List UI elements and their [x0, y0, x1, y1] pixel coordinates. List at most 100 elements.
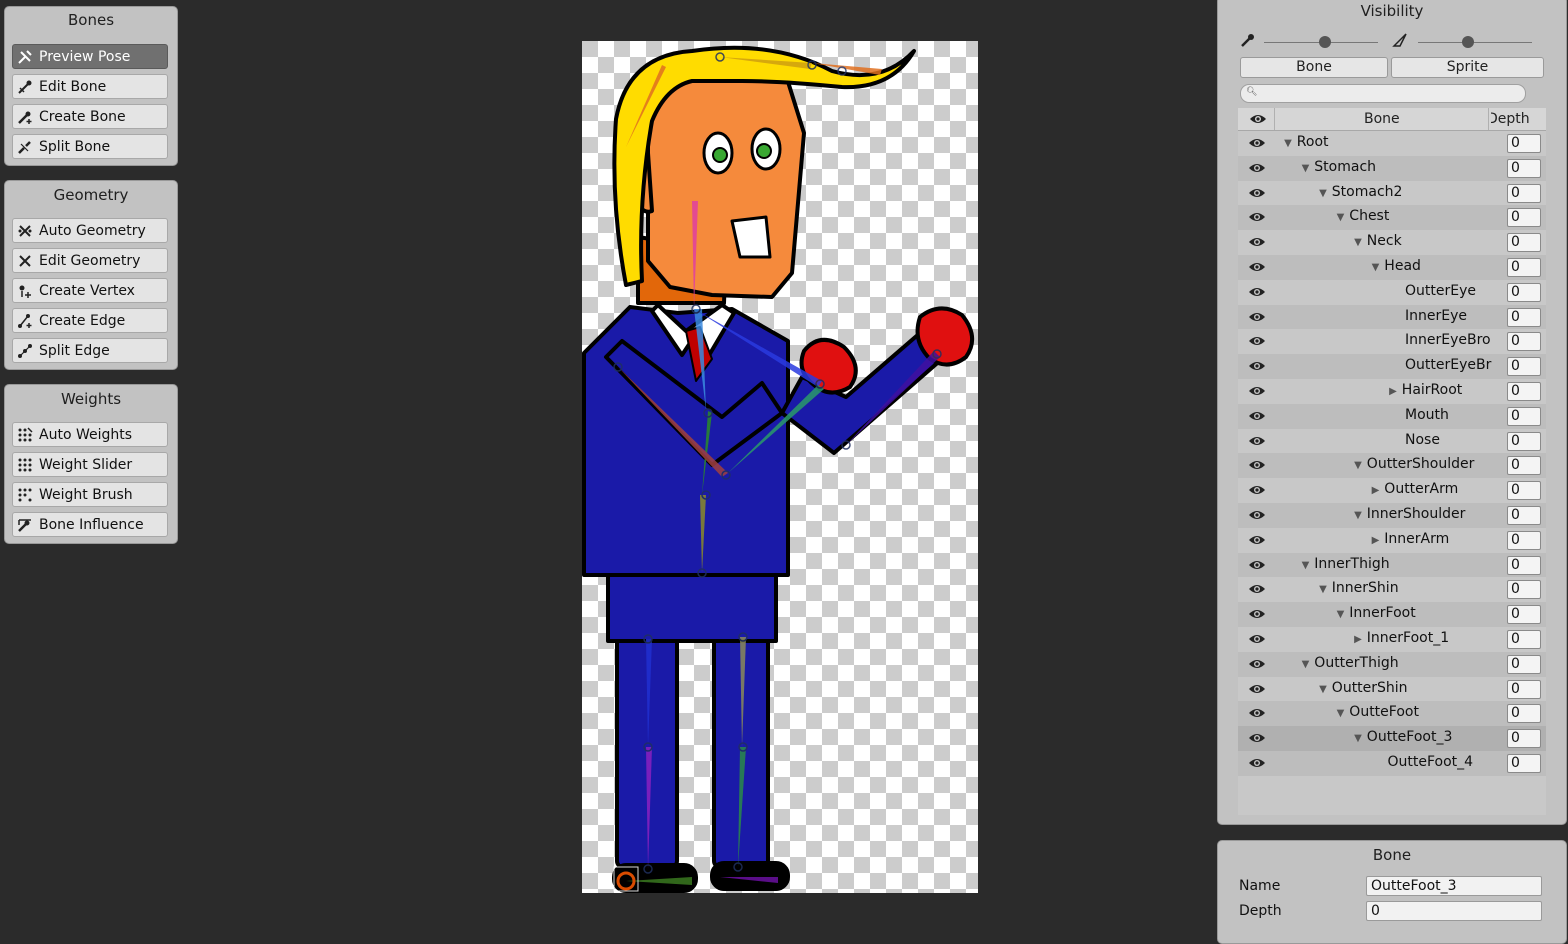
expand-down-arrow-icon[interactable]: ▼ — [1352, 733, 1364, 744]
bone-depth-field[interactable]: 0 — [1507, 580, 1541, 600]
bone-tree-row[interactable]: ▼ OutterThigh 0 — [1238, 651, 1546, 677]
expand-down-arrow-icon[interactable]: ▼ — [1317, 584, 1329, 595]
weight-slider-button[interactable]: Weight Slider — [12, 452, 168, 477]
visibility-eye-icon[interactable] — [1248, 186, 1266, 200]
bone-tree-row[interactable]: ▼ Stomach2 0 — [1238, 181, 1546, 206]
bone-tree-row[interactable]: ▼ InnerShin 0 — [1238, 577, 1546, 602]
expand-down-arrow-icon[interactable]: ▼ — [1335, 708, 1347, 719]
bone-tree-row[interactable]: ▼ Neck 0 — [1238, 230, 1546, 255]
bone-tree-row[interactable]: ▼ OutteFoot_3 0 — [1238, 726, 1546, 751]
auto-weights-button[interactable]: Auto Weights — [12, 422, 168, 447]
visibility-eye-icon[interactable] — [1248, 161, 1266, 175]
bone-search-input[interactable]: 🔍︎ — [1240, 84, 1526, 103]
bone-tree-row[interactable]: Nose 0 — [1238, 429, 1546, 454]
bone-tree-row[interactable]: ▼ InnerShoulder 0 — [1238, 502, 1546, 528]
bone-depth-field[interactable]: 0 — [1507, 233, 1541, 253]
visibility-eye-icon[interactable] — [1248, 657, 1266, 671]
visibility-eye-icon[interactable] — [1248, 582, 1266, 596]
collapse-right-arrow-icon[interactable]: ▶ — [1387, 386, 1399, 397]
visibility-eye-icon[interactable] — [1248, 359, 1266, 373]
sprite-canvas[interactable] — [582, 41, 978, 893]
tab-sprite[interactable]: Sprite — [1391, 57, 1544, 78]
bone-depth-field[interactable]: 0 — [1507, 654, 1541, 674]
tab-bone[interactable]: Bone — [1240, 57, 1388, 78]
bone-tree-row[interactable]: InnerEye 0 — [1238, 304, 1546, 330]
visibility-eye-icon[interactable] — [1248, 434, 1266, 448]
bone-tree-row[interactable]: ▼ OutteFoot 0 — [1238, 701, 1546, 727]
bone-depth-field[interactable]: 0 — [1507, 134, 1541, 153]
visibility-eye-icon[interactable] — [1248, 285, 1266, 299]
expand-down-arrow-icon[interactable]: ▼ — [1300, 163, 1312, 174]
visibility-eye-icon[interactable] — [1248, 533, 1266, 547]
visibility-eye-icon[interactable] — [1248, 508, 1266, 522]
expand-down-arrow-icon[interactable]: ▼ — [1370, 262, 1382, 273]
visibility-eye-icon[interactable] — [1248, 136, 1266, 150]
bone-depth-field[interactable]: 0 — [1507, 629, 1541, 649]
bone-tree-row[interactable]: ▼ Root 0 — [1238, 131, 1546, 156]
visibility-eye-icon[interactable] — [1248, 384, 1266, 398]
bone-tree-row[interactable]: ▶ OutterArm 0 — [1238, 478, 1546, 503]
create-vertex-button[interactable]: Create Vertex — [12, 278, 168, 303]
expand-down-arrow-icon[interactable]: ▼ — [1300, 659, 1312, 670]
bone-name-field[interactable]: OutteFoot_3 — [1366, 876, 1542, 896]
bone-tree-row[interactable]: ▼ OutterShoulder 0 — [1238, 453, 1546, 479]
expand-down-arrow-icon[interactable]: ▼ — [1317, 684, 1329, 695]
weight-brush-button[interactable]: Weight Brush — [12, 482, 168, 507]
bone-tree-row[interactable]: ▼ OutterShin 0 — [1238, 677, 1546, 702]
bone-depth-field[interactable]: 0 — [1507, 729, 1541, 749]
column-header-bone[interactable]: Bone — [1364, 111, 1400, 127]
bone-tree-row[interactable]: ▼ Stomach 0 — [1238, 155, 1546, 181]
expand-down-arrow-icon[interactable]: ▼ — [1352, 237, 1364, 248]
bone-depth-field[interactable]: 0 — [1507, 208, 1541, 228]
collapse-right-arrow-icon[interactable]: ▶ — [1370, 485, 1382, 496]
visibility-eye-icon[interactable] — [1248, 756, 1266, 770]
visibility-eye-icon[interactable] — [1248, 607, 1266, 621]
bone-depth-field[interactable]: 0 — [1366, 901, 1542, 921]
bone-tree-row[interactable]: ▶ InnerArm 0 — [1238, 528, 1546, 553]
split-edge-button[interactable]: Split Edge — [12, 338, 168, 363]
bone-tree-row[interactable]: OutterEyeBr 0 — [1238, 354, 1546, 379]
bone-depth-field[interactable]: 0 — [1507, 406, 1541, 426]
visibility-eye-icon[interactable] — [1248, 558, 1266, 572]
bone-tree-row[interactable]: Mouth 0 — [1238, 403, 1546, 429]
bone-tree-row[interactable]: InnerEyeBro 0 — [1238, 329, 1546, 354]
bone-depth-field[interactable]: 0 — [1507, 704, 1541, 724]
visibility-eye-icon[interactable] — [1248, 458, 1266, 472]
preview-pose-button[interactable]: Preview Pose — [12, 44, 168, 69]
bone-depth-field[interactable]: 0 — [1507, 456, 1541, 476]
bone-depth-field[interactable]: 0 — [1507, 753, 1541, 773]
expand-down-arrow-icon[interactable]: ▼ — [1317, 188, 1329, 199]
bone-opacity-knob[interactable] — [1319, 36, 1331, 48]
bone-tree-row[interactable]: OutterEye 0 — [1238, 280, 1546, 305]
visibility-eye-icon[interactable] — [1248, 210, 1266, 224]
visibility-column-eye-icon[interactable] — [1249, 112, 1267, 130]
visibility-eye-icon[interactable] — [1248, 235, 1266, 249]
expand-down-arrow-icon[interactable]: ▼ — [1352, 510, 1364, 521]
visibility-eye-icon[interactable] — [1248, 260, 1266, 274]
create-bone-button[interactable]: Create Bone — [12, 104, 168, 129]
bone-depth-field[interactable]: 0 — [1507, 605, 1541, 625]
collapse-right-arrow-icon[interactable]: ▶ — [1352, 634, 1364, 645]
bone-depth-field[interactable]: 0 — [1507, 282, 1541, 302]
bone-depth-field[interactable]: 0 — [1507, 530, 1541, 550]
bone-depth-field[interactable]: 0 — [1507, 357, 1541, 377]
expand-down-arrow-icon[interactable]: ▼ — [1335, 609, 1347, 620]
visibility-eye-icon[interactable] — [1248, 632, 1266, 646]
edit-bone-button[interactable]: Edit Bone — [12, 74, 168, 99]
visibility-eye-icon[interactable] — [1248, 731, 1266, 745]
bone-depth-field[interactable]: 0 — [1507, 481, 1541, 501]
bone-tree-row[interactable]: ▶ HairRoot 0 — [1238, 379, 1546, 404]
bone-depth-field[interactable]: 0 — [1507, 307, 1541, 327]
expand-down-arrow-icon[interactable]: ▼ — [1300, 560, 1312, 571]
bone-depth-field[interactable]: 0 — [1507, 332, 1541, 352]
column-header-depth[interactable]: Depth — [1491, 111, 1541, 127]
bone-tree-row[interactable]: ▶ InnerFoot_1 0 — [1238, 627, 1546, 652]
visibility-eye-icon[interactable] — [1248, 706, 1266, 720]
bone-depth-field[interactable]: 0 — [1507, 431, 1541, 451]
bone-tree-row[interactable]: ▼ InnerThigh 0 — [1238, 552, 1546, 578]
bone-tree-row[interactable]: ▼ Head 0 — [1238, 254, 1546, 280]
mesh-opacity-knob[interactable] — [1462, 36, 1474, 48]
bone-depth-field[interactable]: 0 — [1507, 381, 1541, 401]
visibility-eye-icon[interactable] — [1248, 682, 1266, 696]
visibility-eye-icon[interactable] — [1248, 310, 1266, 324]
